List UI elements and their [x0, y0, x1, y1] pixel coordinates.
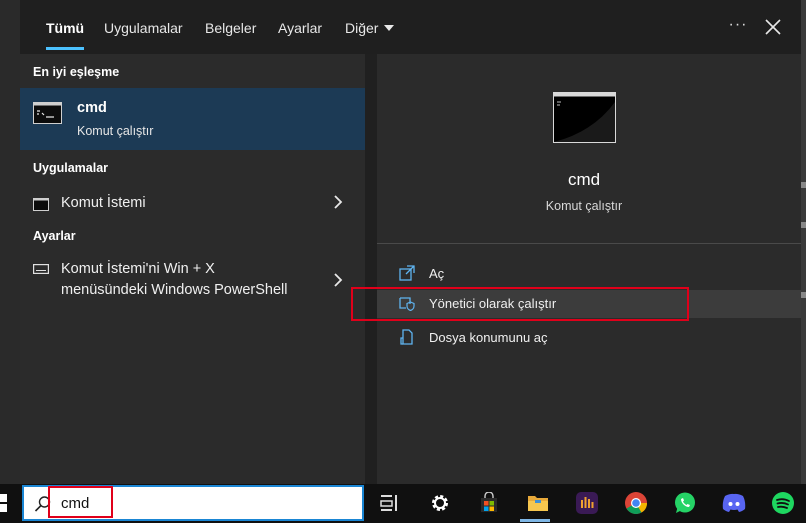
- windows-start-icon[interactable]: [0, 492, 8, 514]
- detail-pane: cmd Komut çalıştır Aç Yönetici olarak ça…: [377, 54, 801, 484]
- discord-icon[interactable]: [719, 488, 749, 518]
- close-icon[interactable]: [764, 18, 782, 36]
- app-result-command-prompt[interactable]: Komut İstemi: [20, 188, 365, 222]
- open-action-label: Aç: [429, 266, 445, 281]
- best-match-heading: En iyi eşleşme: [33, 65, 120, 79]
- annotation-highlight-run-as-admin: [351, 287, 689, 321]
- terminal-icon: [33, 198, 49, 211]
- settings-result-line1: Komut İstemi'ni Win + X: [61, 261, 215, 277]
- results-list: En iyi eşleşme cmd Komut çalıştır Uygula…: [20, 54, 365, 484]
- settings-result-item[interactable]: Komut İstemi'ni Win + X menüsündeki Wind…: [20, 256, 365, 306]
- detail-title: cmd: [567, 170, 601, 189]
- apps-heading: Uygulamalar: [33, 161, 109, 175]
- task-view-icon[interactable]: [374, 488, 404, 518]
- best-match-title: cmd: [77, 100, 107, 116]
- file-explorer-icon[interactable]: [523, 488, 553, 518]
- open-icon: [399, 265, 415, 281]
- open-file-location-label: Dosya konumunu aç: [429, 330, 548, 345]
- open-action[interactable]: Aç: [377, 260, 801, 288]
- settings-heading: Ayarlar: [33, 229, 76, 243]
- audio-app-icon[interactable]: [572, 488, 602, 518]
- settings-result-line2: menüsündeki Windows PowerShell: [61, 282, 288, 298]
- tab-settings[interactable]: Ayarlar: [278, 0, 322, 54]
- terminal-icon: [33, 102, 62, 124]
- whatsapp-icon[interactable]: [670, 488, 700, 518]
- chevron-down-icon: [384, 25, 395, 31]
- background-window-edge: [0, 0, 20, 484]
- chevron-right-icon[interactable]: [332, 273, 344, 287]
- best-match-subtitle: Komut çalıştır: [77, 124, 154, 138]
- detail-subtitle: Komut çalıştır: [545, 199, 623, 213]
- settings-gear-icon[interactable]: [425, 488, 455, 518]
- background-scrollbar: [801, 0, 806, 484]
- open-file-location-action[interactable]: Dosya konumunu aç: [377, 324, 801, 352]
- tab-more-label: Diğer: [345, 20, 379, 36]
- chrome-icon[interactable]: [621, 488, 651, 518]
- tab-all[interactable]: Tümü: [46, 0, 85, 54]
- keyboard-icon: [33, 264, 49, 274]
- active-app-indicator: [520, 519, 550, 522]
- app-result-label: Komut İstemi: [61, 195, 146, 211]
- terminal-icon: [553, 92, 616, 143]
- spotify-icon[interactable]: [768, 488, 798, 518]
- tab-more[interactable]: Diğer: [345, 0, 395, 54]
- search-panel: Tümü Uygulamalar Belgeler Ayarlar Diğer …: [20, 0, 801, 484]
- store-icon[interactable]: [474, 488, 504, 518]
- folder-location-icon: [400, 329, 413, 345]
- best-match-item[interactable]: cmd Komut çalıştır: [20, 88, 365, 150]
- chevron-right-icon[interactable]: [332, 195, 344, 209]
- tab-bar: Tümü Uygulamalar Belgeler Ayarlar Diğer …: [20, 0, 801, 54]
- annotation-highlight-search: [48, 486, 113, 518]
- tab-apps[interactable]: Uygulamalar: [104, 0, 183, 54]
- divider: [377, 243, 801, 244]
- more-icon[interactable]: ···: [727, 17, 749, 36]
- tab-documents[interactable]: Belgeler: [205, 0, 256, 54]
